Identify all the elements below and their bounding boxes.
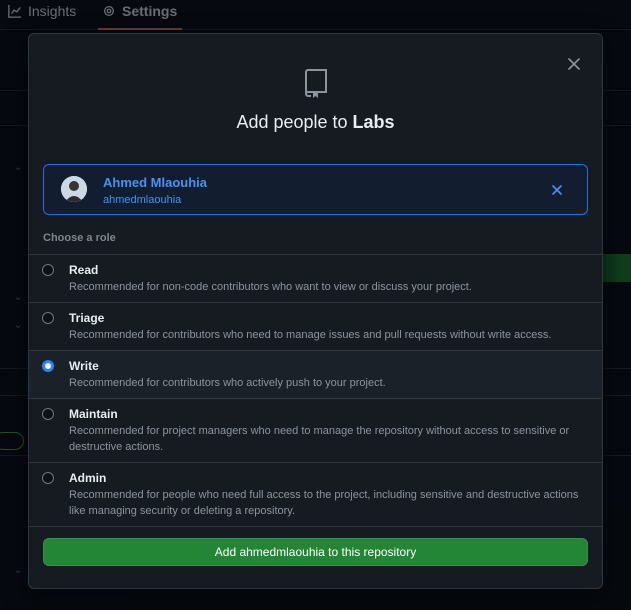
title-prefix: Add people to	[236, 112, 353, 132]
role-option-write[interactable]: Write Recommended for contributors who a…	[29, 351, 602, 399]
role-option-admin[interactable]: Admin Recommended for people who need fu…	[29, 463, 602, 527]
user-login: ahmedmlaouhia	[103, 194, 182, 206]
add-people-dialog: Add people to Labs Ahmed Mlaouhia ahmedm…	[28, 33, 603, 589]
role-description: Recommended for project managers who nee…	[69, 425, 570, 453]
chevron-down-icon: ⌄	[14, 162, 23, 173]
role-name: Triage	[69, 311, 105, 325]
gear-icon	[103, 5, 115, 17]
add-collaborator-button[interactable]: Add ahmedmlaouhia to this repository	[43, 538, 588, 566]
chevron-down-icon: ⌄	[14, 565, 23, 576]
chevron-down-icon: ⌄	[14, 292, 23, 303]
beta-badge	[0, 432, 24, 450]
role-description: Recommended for contributors who need to…	[69, 329, 552, 341]
role-radio-write[interactable]	[42, 360, 54, 372]
avatar	[61, 176, 87, 202]
selected-user-card: Ahmed Mlaouhia ahmedmlaouhia	[43, 164, 588, 215]
tab-settings[interactable]: Settings	[102, 2, 177, 20]
role-section-heading: Choose a role	[43, 232, 116, 244]
role-name: Maintain	[69, 407, 118, 421]
graph-icon	[8, 4, 22, 18]
role-name: Write	[69, 359, 99, 373]
user-display-name[interactable]: Ahmed Mlaouhia	[103, 175, 207, 190]
remove-user-icon[interactable]	[551, 184, 563, 196]
role-option-read[interactable]: Read Recommended for non-code contributo…	[29, 255, 602, 303]
role-name: Admin	[69, 471, 107, 485]
role-radio-triage[interactable]	[42, 312, 54, 324]
tab-insights[interactable]: Insights	[8, 2, 76, 20]
role-description: Recommended for non-code contributors wh…	[69, 281, 472, 293]
role-option-maintain[interactable]: Maintain Recommended for project manager…	[29, 399, 602, 463]
close-button[interactable]	[566, 56, 582, 72]
role-radio-admin[interactable]	[42, 472, 54, 484]
chevron-down-icon: ⌄	[14, 320, 23, 331]
repo-nav: Insights Settings	[0, 0, 631, 30]
repo-name: Labs	[352, 112, 395, 132]
repo-icon	[305, 69, 327, 98]
role-radio-read[interactable]	[42, 264, 54, 276]
role-option-triage[interactable]: Triage Recommended for contributors who …	[29, 303, 602, 351]
close-icon	[568, 58, 580, 70]
tab-insights-label: Insights	[28, 3, 77, 19]
role-list: Read Recommended for non-code contributo…	[29, 254, 602, 527]
role-radio-maintain[interactable]	[42, 408, 54, 420]
tab-settings-label: Settings	[122, 3, 178, 19]
role-description: Recommended for contributors who activel…	[69, 377, 386, 389]
avatar-image	[61, 176, 87, 202]
dialog-title: Add people to Labs	[29, 112, 602, 133]
active-tab-indicator	[98, 28, 182, 30]
role-name: Read	[69, 263, 99, 277]
role-description: Recommended for people who need full acc…	[69, 489, 579, 517]
